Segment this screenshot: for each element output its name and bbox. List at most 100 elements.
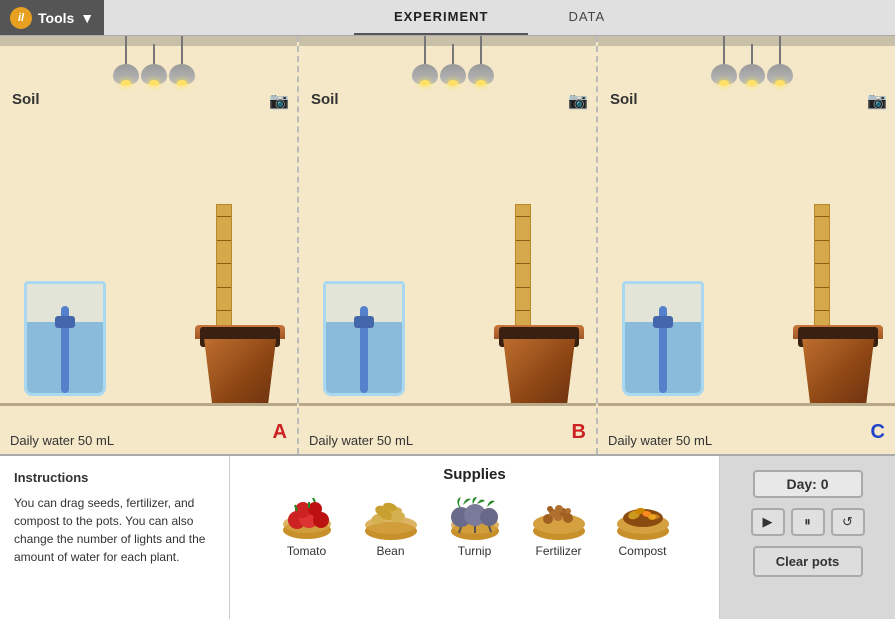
compost-icon-wrapper <box>611 491 675 541</box>
pot-rim <box>793 325 883 339</box>
lamp-glow <box>177 80 187 86</box>
pot-section-b: Soil 📷 B Daily water <box>299 36 598 454</box>
tools-dropdown-icon: ▼ <box>80 10 94 26</box>
lamp-a-2 <box>141 44 167 84</box>
supplies-grid: Tomato <box>250 491 699 558</box>
lamp-b-3 <box>468 36 494 84</box>
soil-label-c: Soil <box>610 91 638 108</box>
tab-data[interactable]: DATA <box>528 0 645 35</box>
lamp-head <box>468 64 494 84</box>
lamp-glow <box>747 80 757 86</box>
play-button[interactable]: ▶ <box>751 508 785 536</box>
lamp-c-3 <box>767 36 793 84</box>
water-container-c <box>622 281 704 396</box>
water-stirrer-head-a <box>55 316 75 328</box>
lamp-b-1 <box>412 36 438 84</box>
pot-section-a: Soil 📷 A <box>0 36 299 454</box>
water-stirrer-a <box>61 306 69 393</box>
lamp-glow <box>121 80 131 86</box>
lamp-head <box>141 64 167 84</box>
water-stirrer-c <box>659 306 667 393</box>
controls-panel: Day: 0 ▶ ⏸ ↺ Clear pots <box>720 456 895 619</box>
clear-pots-button[interactable]: Clear pots <box>753 546 863 577</box>
water-container-a <box>24 281 106 396</box>
compost-svg <box>612 491 674 541</box>
water-container-b <box>323 281 405 396</box>
instructions-title: Instructions <box>14 468 215 488</box>
pot-letter-a: A <box>273 421 287 444</box>
ruler-tick <box>516 216 530 217</box>
lamp-cord <box>153 44 155 64</box>
ruler-tick <box>815 216 829 217</box>
lamp-head <box>739 64 765 84</box>
day-display: Day: 0 <box>753 470 863 498</box>
turnip-svg <box>445 491 505 541</box>
lamp-glow <box>719 80 729 86</box>
lamp-cord <box>452 44 454 64</box>
lamp-assembly-a <box>113 36 195 84</box>
lamp-head <box>412 64 438 84</box>
ruler-tick <box>815 240 829 241</box>
lamp-cord <box>181 36 183 64</box>
daily-water-c: Daily water 50 mL <box>608 433 712 448</box>
tools-label: Tools <box>38 10 74 26</box>
bean-icon-wrapper <box>359 491 423 541</box>
lamp-cord <box>480 36 482 64</box>
camera-icon-a[interactable]: 📷 <box>269 91 289 111</box>
supply-fertilizer[interactable]: Fertilizer <box>527 491 591 558</box>
supply-compost[interactable]: Compost <box>611 491 675 558</box>
lamp-a-3 <box>169 36 195 84</box>
ruler-tick <box>815 263 829 264</box>
camera-icon-c[interactable]: 📷 <box>867 91 887 111</box>
camera-icon-b[interactable]: 📷 <box>568 91 588 111</box>
playback-controls: ▶ ⏸ ↺ <box>751 508 865 536</box>
bottom-panel: Instructions You can drag seeds, fertili… <box>0 456 895 619</box>
supply-bean-label: Bean <box>376 544 404 558</box>
ruler-tick <box>516 263 530 264</box>
instructions-text: You can drag seeds, fertilizer, and comp… <box>14 494 215 566</box>
ruler-tick <box>217 240 231 241</box>
lamp-c-2 <box>739 44 765 84</box>
turnip-icon-wrapper <box>443 491 507 541</box>
ruler-tick <box>516 287 530 288</box>
water-stirrer-head-c <box>653 316 673 328</box>
lamp-cord <box>125 36 127 64</box>
play-icon: ▶ <box>763 514 773 530</box>
flower-pot-c <box>798 325 883 404</box>
supply-turnip-label: Turnip <box>458 544 492 558</box>
supply-turnip[interactable]: Turnip <box>443 491 507 558</box>
lamp-head <box>113 64 139 84</box>
pause-button[interactable]: ⏸ <box>791 508 825 536</box>
water-stirrer-head-b <box>354 316 374 328</box>
tab-experiment[interactable]: EXPERIMENT <box>354 0 529 35</box>
lamp-glow <box>149 80 159 86</box>
ruler-tick <box>217 216 231 217</box>
daily-water-a: Daily water 50 mL <box>10 433 114 448</box>
lamp-head <box>169 64 195 84</box>
lamp-a-1 <box>113 36 139 84</box>
fertilizer-icon-wrapper <box>527 491 591 541</box>
supply-bean[interactable]: Bean <box>359 491 423 558</box>
lamp-assembly-c <box>711 36 793 84</box>
tomato-svg <box>279 492 335 540</box>
pot-body <box>798 339 878 404</box>
supply-tomato[interactable]: Tomato <box>275 491 339 558</box>
floor-b <box>299 403 596 406</box>
lamp-cord <box>751 44 753 64</box>
instructions-panel: Instructions You can drag seeds, fertili… <box>0 456 230 619</box>
reset-button[interactable]: ↺ <box>831 508 865 536</box>
ruler-tick <box>815 310 829 311</box>
pot-body <box>499 339 579 404</box>
lamp-head <box>440 64 466 84</box>
tomato-icon-wrapper <box>275 491 339 541</box>
tools-logo: il <box>10 7 32 29</box>
pot-rim <box>195 325 285 339</box>
lamp-glow <box>476 80 486 86</box>
lamp-b-2 <box>440 44 466 84</box>
pot-letter-c: C <box>871 421 885 444</box>
lamp-glow <box>448 80 458 86</box>
tools-button[interactable]: il Tools ▼ <box>0 0 104 35</box>
lamp-cord <box>779 36 781 64</box>
flower-pot-a <box>200 325 285 404</box>
pause-icon: ⏸ <box>804 514 811 530</box>
